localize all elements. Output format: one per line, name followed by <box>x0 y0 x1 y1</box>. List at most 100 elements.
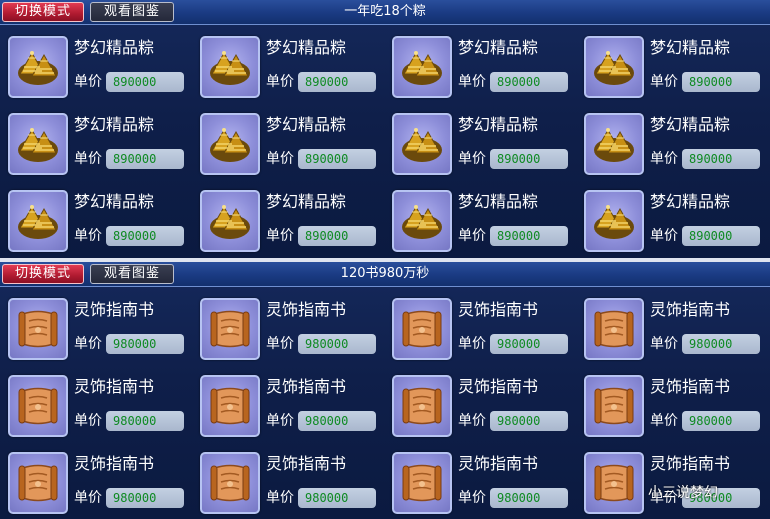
price-label: 单价 <box>650 413 678 429</box>
price-value: 980000 <box>490 334 568 354</box>
scroll-icon <box>392 452 452 514</box>
price-value: 980000 <box>490 411 568 431</box>
price-label: 单价 <box>266 151 294 167</box>
item-cell[interactable]: 灵饰指南书 单价 980000 <box>200 452 388 518</box>
zongzi-icon <box>8 113 68 175</box>
price-label: 单价 <box>650 336 678 352</box>
item-cell[interactable]: 灵饰指南书单价 980000 <box>392 375 580 441</box>
price-value: 980000 <box>682 334 760 354</box>
scroll-icon <box>584 452 644 514</box>
item-name: 灵饰指南书 <box>74 300 155 319</box>
item-name: 梦幻精品粽 <box>266 192 347 211</box>
price-value: 890000 <box>490 226 568 246</box>
item-name: 梦幻精品粽 <box>74 192 155 211</box>
item-cell[interactable]: 灵饰指南书 单价 980000 <box>8 298 196 364</box>
price-value: 890000 <box>490 72 568 92</box>
item-name: 灵饰指南书 <box>650 377 731 396</box>
item-cell[interactable]: 灵饰指南书单价 980000 <box>8 375 196 441</box>
item-cell[interactable]: 梦幻精品粽 单价 890000 <box>8 36 196 102</box>
zongzi-icon <box>392 113 452 175</box>
scroll-icon <box>200 375 260 437</box>
price-label: 单价 <box>266 490 294 506</box>
price-value: 890000 <box>106 226 184 246</box>
item-name: 梦幻精品粽 <box>458 38 539 57</box>
item-cell[interactable]: 梦幻精品粽 单价 890000 <box>200 36 388 102</box>
zongzi-icon <box>8 190 68 252</box>
item-name: 梦幻精品粽 <box>266 115 347 134</box>
watermark-text: 小三说梦幻 <box>648 485 718 501</box>
price-label: 单价 <box>74 151 102 167</box>
item-name: 灵饰指南书 <box>650 454 731 473</box>
price-value: 890000 <box>106 149 184 169</box>
price-value: 980000 <box>298 334 376 354</box>
price-label: 单价 <box>458 490 486 506</box>
item-cell[interactable]: 梦幻精品粽 单价 890000 <box>584 113 770 179</box>
item-name: 梦幻精品粽 <box>650 115 731 134</box>
view-catalog-button[interactable]: 观看图鉴 <box>90 2 174 22</box>
item-cell[interactable]: 灵饰指南书单价 980000 <box>392 452 580 518</box>
item-name: 灵饰指南书 <box>74 454 155 473</box>
item-name: 梦幻精品粽 <box>650 38 731 57</box>
price-label: 单价 <box>458 336 486 352</box>
item-name: 灵饰指南书 <box>458 377 539 396</box>
item-cell[interactable]: 梦幻精品粽 单价 890000 <box>8 113 196 179</box>
item-name: 灵饰指南书 <box>266 300 347 319</box>
item-cell[interactable]: 梦幻精品粽 单价 890000 <box>200 190 388 256</box>
scroll-icon <box>392 298 452 360</box>
price-label: 单价 <box>74 74 102 90</box>
panel-header: 切换模式 观看图鉴 一年吃18个粽 <box>0 0 770 25</box>
scroll-icon <box>200 298 260 360</box>
item-cell[interactable]: 灵饰指南书 单价 980000 <box>392 298 580 364</box>
market-panel-zongzi: 切换模式 观看图鉴 一年吃18个粽 梦幻精品粽 单价 890000 梦幻精品粽 单价 89… <box>0 0 770 258</box>
price-label: 单价 <box>650 228 678 244</box>
item-cell[interactable]: 梦幻精品粽单价 890000 <box>200 113 388 179</box>
price-label: 单价 <box>74 228 102 244</box>
market-panel-guidebook: 切换模式 观看图鉴 120书980万秒 灵饰指南书 单价 980000 灵饰指南书 单价… <box>0 262 770 519</box>
item-name: 灵饰指南书 <box>650 300 731 319</box>
price-label: 单价 <box>74 490 102 506</box>
zongzi-icon <box>200 190 260 252</box>
item-cell[interactable]: 灵饰指南书单价 980000 <box>584 375 770 441</box>
price-value: 980000 <box>298 488 376 508</box>
item-cell[interactable]: 灵饰指南书 单价 980000 <box>200 375 388 441</box>
item-cell[interactable]: 灵饰指南书 单价 980000 <box>8 452 196 518</box>
item-cell[interactable]: 梦幻精品粽 单价 890000 <box>392 190 580 256</box>
item-name: 梦幻精品粽 <box>458 115 539 134</box>
panel-header: 切换模式 观看图鉴 120书980万秒 <box>0 262 770 287</box>
price-value: 980000 <box>682 411 760 431</box>
item-cell[interactable]: 灵饰指南书 单价 980000 <box>200 298 388 364</box>
view-catalog-button[interactable]: 观看图鉴 <box>90 264 174 284</box>
price-value: 890000 <box>298 149 376 169</box>
price-value: 890000 <box>298 72 376 92</box>
price-value: 890000 <box>490 149 568 169</box>
zongzi-icon <box>584 36 644 98</box>
item-name: 灵饰指南书 <box>74 377 155 396</box>
item-cell[interactable]: 梦幻精品粽单价 890000 <box>392 113 580 179</box>
price-label: 单价 <box>458 74 486 90</box>
price-value: 980000 <box>490 488 568 508</box>
price-value: 980000 <box>106 334 184 354</box>
item-name: 灵饰指南书 <box>458 454 539 473</box>
price-label: 单价 <box>650 74 678 90</box>
scroll-icon <box>8 298 68 360</box>
item-cell[interactable]: 梦幻精品粽单价 890000 <box>8 190 196 256</box>
item-name: 梦幻精品粽 <box>650 192 731 211</box>
switch-mode-button[interactable]: 切换模式 <box>2 2 84 22</box>
item-cell[interactable]: 灵饰指南书单价 980000 <box>584 298 770 364</box>
price-value: 980000 <box>106 411 184 431</box>
price-label: 单价 <box>458 413 486 429</box>
price-label: 单价 <box>458 151 486 167</box>
item-cell[interactable]: 梦幻精品粽 单价 890000 <box>584 36 770 102</box>
item-name: 梦幻精品粽 <box>266 38 347 57</box>
scroll-icon <box>200 452 260 514</box>
item-cell[interactable]: 梦幻精品粽 单价 890000 <box>584 190 770 256</box>
price-label: 单价 <box>74 413 102 429</box>
price-value: 890000 <box>106 72 184 92</box>
item-cell[interactable]: 梦幻精品粽单价 890000 <box>392 36 580 102</box>
item-name: 梦幻精品粽 <box>458 192 539 211</box>
switch-mode-button[interactable]: 切换模式 <box>2 264 84 284</box>
zongzi-icon <box>584 190 644 252</box>
zongzi-icon <box>392 36 452 98</box>
panel-title: 一年吃18个粽 <box>344 4 426 19</box>
item-name: 灵饰指南书 <box>266 377 347 396</box>
